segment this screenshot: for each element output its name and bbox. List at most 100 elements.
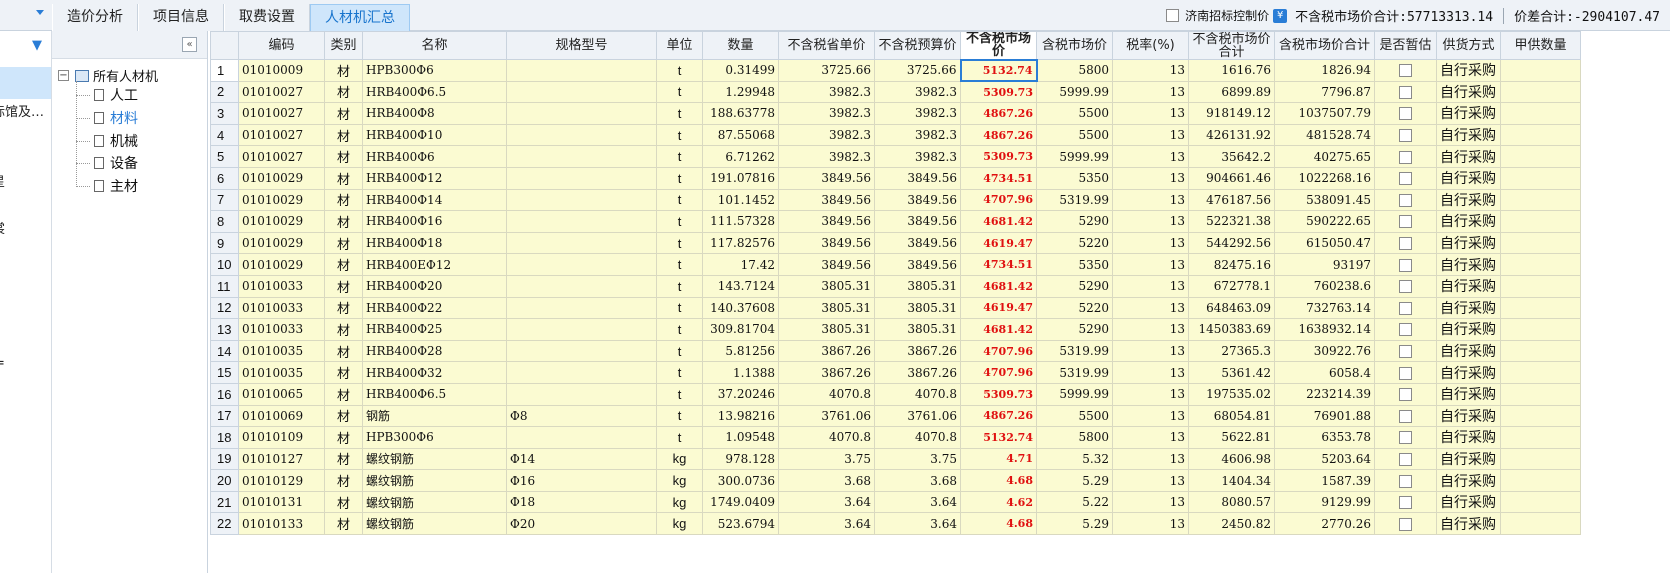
cell-name[interactable]: HRB400Φ20 (362, 274, 507, 298)
cell-quantity[interactable]: 111.57328 (702, 210, 779, 233)
cell-quantity[interactable]: 117.82576 (702, 231, 779, 255)
cell-owner-supply-qty[interactable] (1500, 512, 1581, 536)
cell-spec[interactable] (506, 210, 657, 233)
table-row[interactable]: 6 01010029 材 HRB400Φ12 t 191.07816 3849.56 3849… (210, 166, 1581, 190)
cell-budget-price[interactable]: 3.68 (874, 469, 961, 492)
cell-market-total[interactable]: 5361.42 (1188, 361, 1275, 384)
cell-category[interactable]: 材 (324, 231, 363, 255)
cell-unit[interactable]: kg (656, 469, 703, 492)
provisional-checkbox[interactable] (1399, 517, 1412, 531)
cell-owner-supply-qty[interactable] (1500, 210, 1581, 233)
cell-owner-supply-qty[interactable] (1500, 274, 1581, 298)
cell-category[interactable]: 材 (324, 145, 363, 168)
cell-tax-rate[interactable]: 13 (1112, 145, 1189, 168)
cell-budget-price[interactable]: 3805.31 (874, 318, 961, 341)
cell-market-price-tax[interactable]: 5220 (1036, 231, 1113, 255)
cell-tax-rate[interactable]: 13 (1112, 512, 1189, 536)
cell-code[interactable]: 01010029 (238, 188, 325, 212)
cell-budget-price[interactable]: 3849.56 (874, 253, 961, 276)
cell-market-total[interactable]: 2450.82 (1188, 512, 1275, 536)
col-header-market-total[interactable]: 不含税市场价合计 (1188, 31, 1275, 60)
cell-code[interactable]: 01010033 (238, 318, 325, 341)
cell-tax-rate[interactable]: 13 (1112, 469, 1189, 492)
provisional-checkbox[interactable] (1399, 258, 1412, 272)
cell-market-total[interactable]: 904661.46 (1188, 166, 1275, 190)
cell-market-price-tax[interactable]: 5290 (1036, 318, 1113, 341)
cell-market-total[interactable]: 68054.81 (1188, 404, 1275, 428)
cell-market-total-tax[interactable]: 5203.64 (1274, 447, 1375, 471)
row-number[interactable]: 12 (210, 296, 239, 320)
cell-provincial-price[interactable]: 3725.66 (778, 59, 875, 82)
table-row[interactable]: 17 01010069 材钢筋 Φ8 t 13.98216 3761.06 3761.06 48… (210, 404, 1581, 428)
cell-budget-price[interactable]: 3849.56 (874, 166, 961, 190)
provisional-checkbox[interactable] (1399, 474, 1412, 488)
provisional-checkbox[interactable] (1399, 129, 1412, 143)
table-row[interactable]: 12 01010033 材 HRB400Φ22 t 140.37608 3805.31 380… (210, 296, 1581, 320)
cell-market-price-tax[interactable]: 5.29 (1036, 512, 1113, 536)
cell-code[interactable]: 01010009 (238, 59, 325, 82)
cell-name[interactable]: HRB400Φ12 (362, 166, 507, 190)
cell-provisional-checkbox[interactable] (1374, 102, 1437, 125)
cell-spec[interactable]: Φ14 (506, 447, 657, 471)
row-number[interactable]: 7 (210, 188, 239, 212)
cell-market-price-tax[interactable]: 5319.99 (1036, 361, 1113, 384)
cell-spec[interactable] (506, 123, 657, 147)
cell-provisional-checkbox[interactable] (1374, 145, 1437, 168)
cell-code[interactable]: 01010033 (238, 296, 325, 320)
cell-category[interactable]: 材 (324, 188, 363, 212)
cell-spec[interactable] (506, 382, 657, 406)
row-number[interactable]: 14 (210, 339, 239, 363)
cell-budget-price[interactable]: 3.64 (874, 490, 961, 514)
pin-icon[interactable]: ▼ (32, 38, 42, 53)
cell-code[interactable]: 01010109 (238, 426, 325, 449)
cell-category[interactable]: 材 (324, 447, 363, 471)
cell-spec[interactable]: Φ18 (506, 490, 657, 514)
cell-market-total[interactable]: 672778.1 (1188, 274, 1275, 298)
cell-spec[interactable]: Φ16 (506, 469, 657, 492)
cell-tax-rate[interactable]: 13 (1112, 296, 1189, 320)
cell-spec[interactable] (506, 318, 657, 341)
cell-unit[interactable]: t (656, 145, 703, 168)
cell-quantity[interactable]: 188.63778 (702, 102, 779, 125)
control-price-checkbox[interactable] (1166, 9, 1180, 22)
cell-market-total[interactable]: 426131.92 (1188, 123, 1275, 147)
cell-market-total[interactable]: 522321.38 (1188, 210, 1275, 233)
cell-owner-supply-qty[interactable] (1500, 231, 1581, 255)
tree-item-labor[interactable]: 人工 (76, 85, 138, 105)
cell-provisional-checkbox[interactable] (1374, 339, 1437, 363)
cell-market-price-tax[interactable]: 5.22 (1036, 490, 1113, 514)
cell-market-total-tax[interactable]: 615050.47 (1274, 231, 1375, 255)
cell-market-total[interactable]: 918149.12 (1188, 102, 1275, 125)
cell-budget-price[interactable]: 3849.56 (874, 188, 961, 212)
cell-category[interactable]: 材 (324, 318, 363, 341)
provisional-checkbox[interactable] (1399, 172, 1412, 186)
cell-name[interactable]: HRB400Φ6 (362, 145, 507, 168)
cell-budget-price[interactable]: 3.75 (874, 447, 961, 471)
table-row[interactable]: 19 01010127 材螺纹钢筋 Φ14 kg 978.128 3.75 3.75 4.71 5… (210, 447, 1581, 471)
cell-budget-price[interactable]: 3982.3 (874, 145, 961, 168)
cell-market-price[interactable]: 4619.47 (960, 231, 1037, 255)
cell-market-total-tax[interactable]: 9129.99 (1274, 490, 1375, 514)
cell-market-price-tax[interactable]: 5290 (1036, 274, 1113, 298)
cell-market-price-tax[interactable]: 5999.99 (1036, 382, 1113, 406)
cell-name[interactable]: HRB400Φ25 (362, 318, 507, 341)
row-number[interactable]: 22 (210, 512, 239, 536)
cell-category[interactable]: 材 (324, 253, 363, 276)
cell-market-price[interactable]: 4734.51 (960, 166, 1037, 190)
col-header-market-price[interactable]: 不含税市场价 (960, 31, 1037, 60)
cell-name[interactable]: HRB400Φ32 (362, 361, 507, 384)
cell-provincial-price[interactable]: 3982.3 (778, 145, 875, 168)
cell-market-price[interactable]: 5132.74 (960, 426, 1037, 449)
row-number[interactable]: 5 (210, 145, 239, 168)
cell-category[interactable]: 材 (324, 59, 363, 82)
cell-spec[interactable] (506, 166, 657, 190)
cell-spec[interactable] (506, 426, 657, 449)
provisional-checkbox[interactable] (1399, 409, 1412, 423)
col-header-supply-method[interactable]: 供货方式 (1436, 31, 1501, 60)
cell-name[interactable]: HRB400Φ6.5 (362, 80, 507, 104)
table-row[interactable]: 22 01010133 材螺纹钢筋 Φ20 kg 523.6794 3.64 3.64 4.68… (210, 512, 1581, 536)
cell-name[interactable]: HPB300Φ6 (362, 426, 507, 449)
tree-item-main-materials[interactable]: 主材 (76, 176, 138, 196)
dropdown-arrow-icon[interactable] (36, 10, 44, 15)
cell-market-price-tax[interactable]: 5800 (1036, 426, 1113, 449)
